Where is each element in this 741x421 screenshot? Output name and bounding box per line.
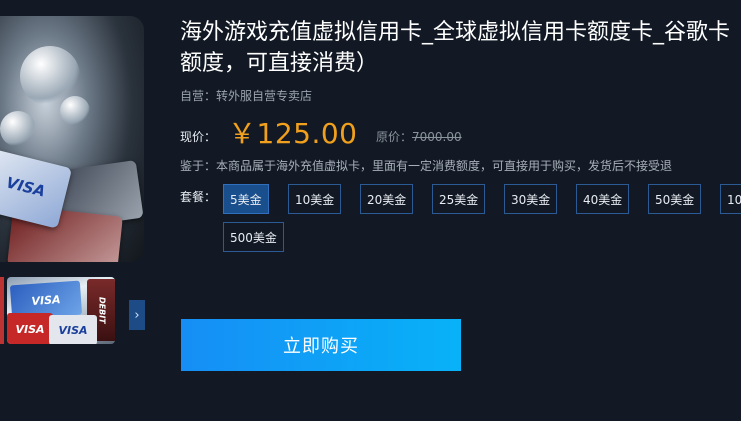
- package-label: 套餐：: [180, 190, 217, 204]
- original-price-label: 原价：: [376, 130, 413, 144]
- product-title: 海外游戏充值虚拟信用卡_全球虚拟信用卡额度卡_谷歌卡（有额度，可直接消费）: [180, 20, 741, 76]
- original-price-value: 7000.00: [412, 130, 462, 144]
- seller-info: 自营：转外服自营专卖店: [180, 89, 313, 103]
- product-main-image: VISA: [0, 16, 144, 262]
- package-option-50[interactable]: 50美金: [648, 184, 702, 214]
- package-option-40[interactable]: 40美金: [576, 184, 630, 214]
- original-price: 原价：7000.00: [376, 128, 462, 145]
- product-notice: 鉴于：本商品属于海外充值虚拟卡，里面有一定消费额度，可直接用于购买，发货后不接受…: [180, 159, 673, 173]
- package-option-30[interactable]: 30美金: [504, 184, 558, 214]
- product-thumbnail[interactable]: VISA DEBIT VISA VISA: [7, 277, 115, 344]
- package-option-10[interactable]: 10美金: [288, 184, 342, 214]
- package-option-25[interactable]: 25美金: [432, 184, 486, 214]
- package-option-20[interactable]: 20美金: [360, 184, 414, 214]
- price-label: 现价：: [180, 130, 217, 144]
- package-option-500[interactable]: 500美金: [223, 222, 284, 252]
- thumbnail-previous-edge[interactable]: [0, 277, 4, 344]
- next-thumbnail-button[interactable]: ›: [129, 300, 145, 330]
- current-price: ￥125.00: [228, 117, 358, 150]
- buy-now-button[interactable]: 立即购买: [181, 319, 461, 371]
- package-option-5[interactable]: 5美金: [223, 184, 269, 214]
- visa-card-thumb: VISA: [7, 313, 53, 344]
- chevron-right-icon: ›: [134, 307, 140, 323]
- visa-card-thumb: VISA: [49, 315, 97, 344]
- package-option-100[interactable]: 100美金: [720, 184, 741, 214]
